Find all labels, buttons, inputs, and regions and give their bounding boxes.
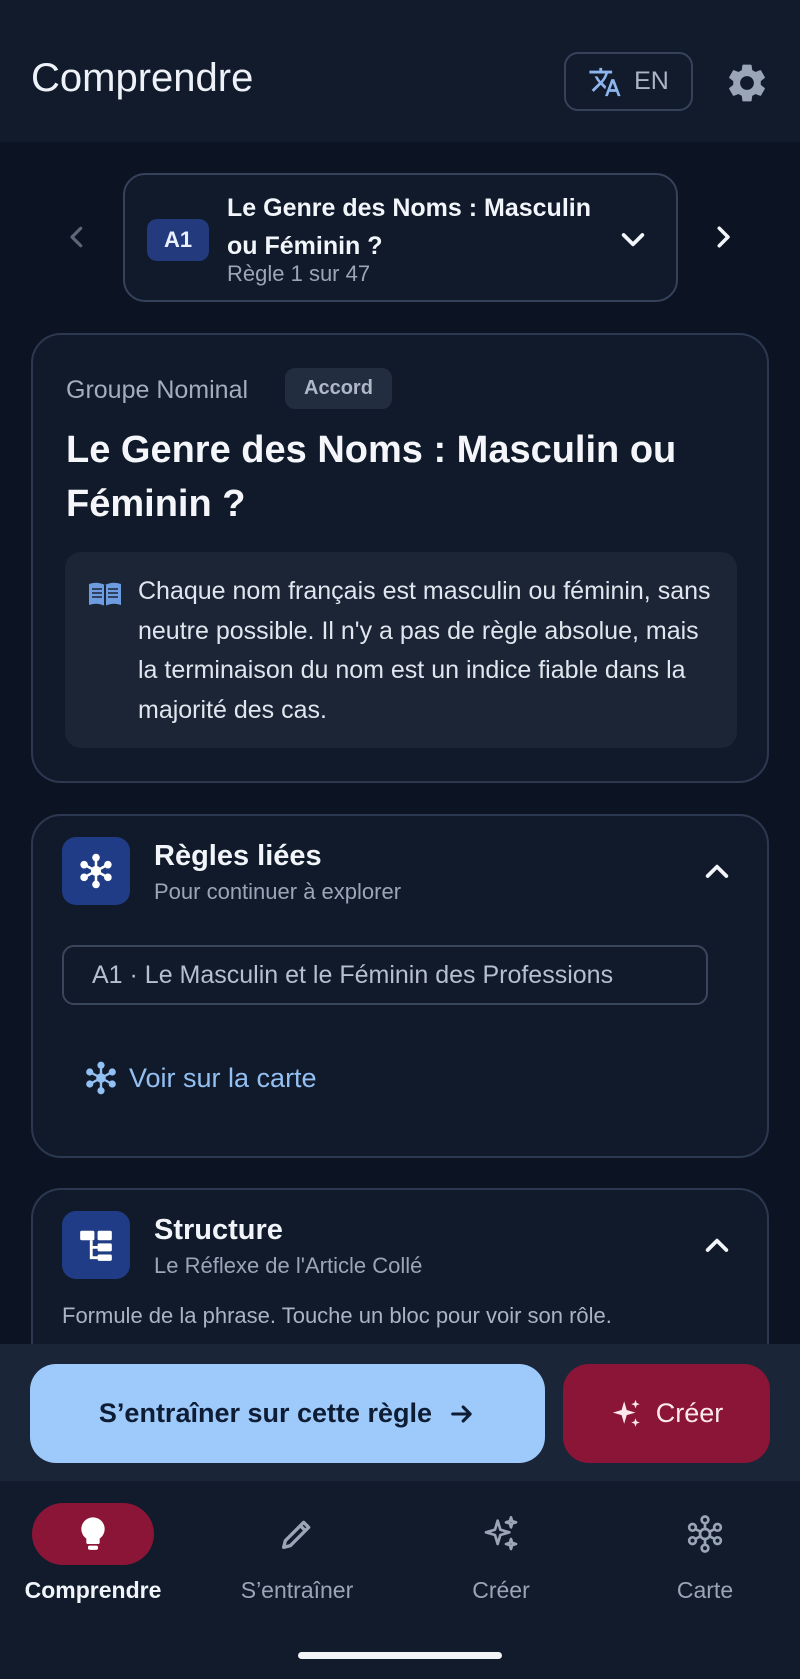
section-subtitle: Le Réflexe de l'Article Collé bbox=[154, 1253, 423, 1278]
top-app-bar: Comprendre EN bbox=[0, 0, 800, 142]
lightbulb-icon bbox=[81, 1517, 105, 1550]
nav-item-comprendre[interactable]: Comprendre bbox=[0, 1503, 188, 1604]
rule-position: Règle 1 sur 47 bbox=[227, 261, 371, 286]
hierarchy-icon bbox=[80, 1230, 112, 1261]
nav-pill bbox=[32, 1503, 154, 1565]
rule-tag: Accord bbox=[285, 368, 392, 409]
rule-selector-title: Le Genre des Noms : Masculin ou Féminin … bbox=[227, 194, 591, 260]
sparkles-icon bbox=[484, 1516, 518, 1551]
related-rules-section: Règles liées Pour continuer à explorer A… bbox=[31, 814, 769, 1158]
nav-item-carte[interactable]: Carte bbox=[610, 1503, 800, 1604]
rule-description-box: Chaque nom français est masculin ou fémi… bbox=[65, 552, 737, 748]
action-bar: S’entraîner sur cette règle Créer bbox=[0, 1344, 800, 1481]
chevron-down-icon bbox=[621, 233, 645, 247]
view-on-map-label: Voir sur la carte bbox=[129, 1062, 317, 1093]
create-label: Créer bbox=[655, 1398, 724, 1428]
nav-label: Carte bbox=[676, 1577, 734, 1603]
rule-card: Groupe Nominal Accord Le Genre des Noms … bbox=[31, 333, 769, 783]
network-icon bbox=[687, 1515, 723, 1553]
category-label: Groupe Nominal bbox=[66, 376, 249, 404]
practice-rule-label: S’entraîner sur cette règle bbox=[98, 1398, 433, 1428]
practice-rule-button[interactable]: S’entraîner sur cette règle bbox=[30, 1364, 545, 1463]
network-icon bbox=[80, 853, 112, 889]
chevron-up-icon[interactable] bbox=[701, 856, 733, 888]
create-button[interactable]: Créer bbox=[563, 1364, 770, 1463]
section-title: Structure bbox=[154, 1214, 283, 1246]
structure-description: Formule de la phrase. Touche un bloc pou… bbox=[62, 1303, 612, 1328]
book-icon bbox=[89, 582, 121, 606]
chevron-up-icon[interactable] bbox=[701, 1230, 733, 1262]
gear-icon[interactable] bbox=[724, 60, 770, 106]
nav-item-sentrainer[interactable]: S’entraîner bbox=[202, 1503, 392, 1604]
rule-selector[interactable]: A1 Le Genre des Noms : Masculin ou Fémin… bbox=[123, 173, 678, 302]
rule-title: Le Genre des Noms : Masculin ou Féminin … bbox=[66, 429, 677, 525]
nav-pill bbox=[236, 1503, 358, 1565]
next-rule-icon[interactable] bbox=[708, 222, 738, 252]
structure-icon-box bbox=[62, 1211, 130, 1279]
language-label: EN bbox=[634, 67, 669, 95]
nav-pill bbox=[644, 1503, 766, 1565]
nav-label: S’entraîner bbox=[240, 1577, 354, 1603]
bottom-navigation: Comprendre S’entraîner Créer Carte bbox=[0, 1481, 800, 1679]
view-on-map-link[interactable]: Voir sur la carte bbox=[83, 1060, 317, 1096]
arrow-right-icon bbox=[451, 1404, 472, 1423]
nav-pill bbox=[440, 1503, 562, 1565]
translate-icon bbox=[589, 67, 621, 96]
rule-description: Chaque nom français est masculin ou fémi… bbox=[138, 577, 711, 724]
nav-label: Créer bbox=[472, 1577, 530, 1603]
related-rule-chip[interactable]: A1 · Le Masculin et le Féminin des Profe… bbox=[62, 945, 708, 1005]
level-badge: A1 bbox=[147, 219, 209, 261]
previous-rule-icon[interactable] bbox=[62, 222, 92, 252]
home-indicator[interactable] bbox=[298, 1652, 502, 1659]
related-rules-icon bbox=[62, 837, 130, 905]
language-toggle-button[interactable]: EN bbox=[564, 52, 693, 111]
section-subtitle: Pour continuer à explorer bbox=[154, 879, 402, 904]
nav-label: Comprendre bbox=[24, 1577, 162, 1603]
pencil-icon bbox=[282, 1520, 311, 1549]
nav-item-creer[interactable]: Créer bbox=[406, 1503, 596, 1604]
section-title: Règles liées bbox=[154, 840, 322, 872]
sparkles-icon bbox=[612, 1399, 640, 1427]
network-icon bbox=[86, 1061, 116, 1095]
page-title: Comprendre bbox=[31, 56, 254, 100]
